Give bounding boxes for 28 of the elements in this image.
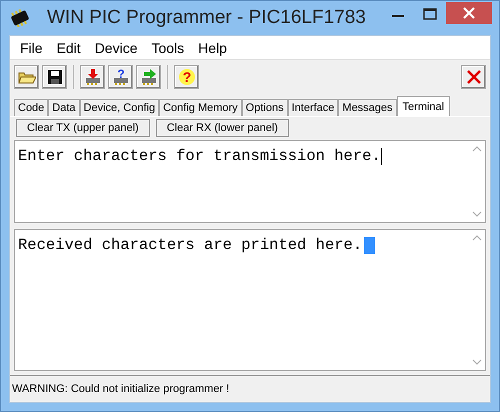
tab[interactable]: Config Memory	[159, 99, 242, 116]
menu-item[interactable]: Tools	[145, 40, 190, 56]
folder-icon[interactable]	[14, 65, 39, 89]
window-title: WIN PIC Programmer - PIC16LF1783	[47, 7, 367, 29]
clear-button[interactable]: Clear RX (lower panel)	[156, 119, 289, 137]
transmit-text: Enter characters for transmission here.	[18, 147, 381, 165]
tab[interactable]: Messages	[338, 99, 397, 116]
close-button[interactable]	[446, 2, 492, 24]
clear-button[interactable]: Clear TX (upper panel)	[16, 119, 150, 137]
tab[interactable]: Options	[242, 99, 288, 116]
menu-item[interactable]: Device	[88, 40, 144, 56]
menu-item[interactable]: File	[14, 40, 49, 56]
maximize-icon[interactable]	[423, 8, 437, 20]
close-icon	[462, 7, 476, 19]
menu-item[interactable]: Help	[192, 40, 233, 56]
tab[interactable]: Device, Config	[80, 99, 160, 116]
text-cursor	[380, 148, 382, 165]
menu-item[interactable]: Edit	[50, 40, 87, 56]
tab[interactable]: Interface	[288, 99, 338, 116]
tab[interactable]: Data	[48, 99, 80, 116]
tab[interactable]: Terminal	[396, 96, 450, 116]
help-icon[interactable]: ?	[174, 65, 199, 89]
chip-question-icon[interactable]: ?	[108, 65, 133, 89]
status-bar: WARNING: Could not initialize programmer !	[10, 375, 490, 402]
close-icon[interactable]	[461, 65, 486, 89]
text-cursor	[364, 237, 376, 254]
tab[interactable]: Code	[14, 99, 48, 116]
receive-text: Received characters are printed here.	[18, 236, 362, 254]
